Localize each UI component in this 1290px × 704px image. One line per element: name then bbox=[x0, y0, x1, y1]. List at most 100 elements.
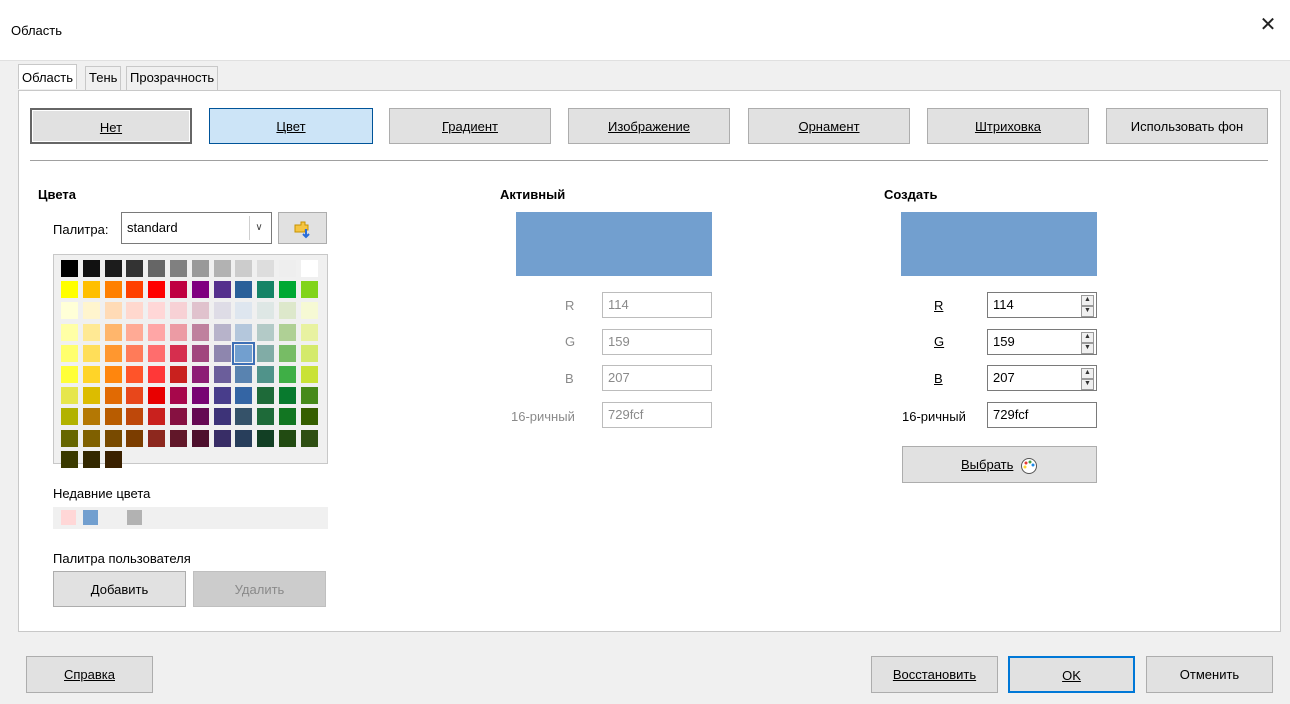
palette-swatch[interactable] bbox=[213, 366, 231, 383]
palette-swatch[interactable] bbox=[235, 302, 253, 320]
add-palette-button[interactable] bbox=[278, 212, 327, 244]
palette-swatch[interactable] bbox=[191, 323, 209, 341]
palette-swatch[interactable] bbox=[61, 387, 78, 405]
palette-swatch[interactable] bbox=[300, 302, 318, 320]
palette-swatch[interactable] bbox=[104, 302, 122, 320]
palette-swatch[interactable] bbox=[213, 281, 231, 299]
recent-color-swatch[interactable] bbox=[127, 510, 142, 525]
palette-swatch[interactable] bbox=[257, 344, 275, 362]
recent-color-swatch[interactable] bbox=[83, 510, 98, 525]
palette-swatch[interactable] bbox=[126, 302, 144, 320]
palette-swatch[interactable] bbox=[104, 429, 122, 447]
palette-swatch[interactable] bbox=[300, 429, 318, 447]
palette-swatch[interactable] bbox=[170, 260, 187, 277]
palette-swatch[interactable] bbox=[148, 429, 166, 447]
palette-swatch[interactable] bbox=[300, 408, 318, 426]
fill-hatch-button[interactable]: Штриховка bbox=[927, 108, 1089, 144]
fill-color-button[interactable]: Цвет bbox=[209, 108, 373, 144]
palette-swatch[interactable] bbox=[300, 323, 318, 341]
palette-swatch[interactable] bbox=[148, 408, 166, 426]
palette-swatch[interactable] bbox=[213, 387, 231, 405]
reset-button[interactable]: Восстановить bbox=[871, 656, 998, 693]
palette-swatch[interactable] bbox=[148, 302, 166, 320]
palette-swatch[interactable] bbox=[148, 344, 166, 362]
tab-transparency[interactable]: Прозрачность bbox=[126, 66, 219, 90]
cancel-button[interactable]: Отменить bbox=[1146, 656, 1273, 693]
palette-swatch[interactable] bbox=[61, 429, 78, 447]
palette-swatch[interactable] bbox=[300, 344, 318, 362]
palette-swatch[interactable] bbox=[148, 366, 166, 383]
palette-swatch[interactable] bbox=[235, 323, 253, 341]
recent-color-swatch[interactable] bbox=[105, 510, 120, 525]
palette-swatch[interactable] bbox=[82, 429, 100, 447]
palette-swatch[interactable] bbox=[104, 408, 122, 426]
palette-swatch[interactable] bbox=[61, 344, 78, 362]
palette-swatch[interactable] bbox=[279, 323, 296, 341]
palette-swatch[interactable] bbox=[279, 302, 296, 320]
palette-swatch[interactable] bbox=[82, 302, 100, 320]
palette-swatch[interactable] bbox=[104, 344, 122, 362]
palette-swatch[interactable] bbox=[61, 281, 78, 299]
palette-swatch[interactable] bbox=[170, 387, 187, 405]
add-color-button[interactable]: Добавить bbox=[53, 571, 186, 607]
palette-swatch[interactable] bbox=[82, 323, 100, 341]
palette-swatch[interactable] bbox=[191, 344, 209, 362]
palette-swatch[interactable] bbox=[213, 344, 231, 362]
palette-swatch[interactable] bbox=[213, 408, 231, 426]
palette-swatch[interactable] bbox=[279, 429, 296, 447]
create-g-spinner[interactable]: 159 ▲ ▼ bbox=[987, 329, 1097, 355]
spin-down-icon[interactable]: ▼ bbox=[1081, 306, 1094, 317]
palette-swatch[interactable] bbox=[213, 302, 231, 320]
pick-color-button[interactable]: Выбрать bbox=[902, 446, 1097, 483]
palette-swatch[interactable] bbox=[191, 408, 209, 426]
palette-swatch[interactable] bbox=[279, 281, 296, 299]
palette-swatch[interactable] bbox=[170, 344, 187, 362]
palette-swatch[interactable] bbox=[257, 260, 275, 277]
palette-swatch[interactable] bbox=[104, 387, 122, 405]
palette-swatch[interactable] bbox=[126, 260, 144, 277]
palette-swatch[interactable] bbox=[235, 366, 253, 383]
palette-swatch[interactable] bbox=[82, 408, 100, 426]
palette-swatch[interactable] bbox=[126, 408, 144, 426]
palette-swatch[interactable] bbox=[104, 450, 122, 468]
fill-none-button[interactable]: Нет bbox=[30, 108, 192, 144]
palette-swatch[interactable] bbox=[279, 387, 296, 405]
fill-background-button[interactable]: Использовать фон bbox=[1106, 108, 1268, 144]
palette-swatch[interactable] bbox=[126, 281, 144, 299]
palette-swatch[interactable] bbox=[300, 281, 318, 299]
palette-swatch[interactable] bbox=[279, 344, 296, 362]
palette-swatch[interactable] bbox=[82, 281, 100, 299]
palette-swatch[interactable] bbox=[170, 429, 187, 447]
palette-swatch[interactable] bbox=[104, 366, 122, 383]
palette-swatch[interactable] bbox=[170, 281, 187, 299]
spin-down-icon[interactable]: ▼ bbox=[1081, 343, 1094, 354]
palette-swatch[interactable] bbox=[82, 450, 100, 468]
palette-select[interactable]: standard ∨ bbox=[121, 212, 272, 244]
palette-swatch[interactable] bbox=[235, 429, 253, 447]
spin-up-icon[interactable]: ▲ bbox=[1081, 368, 1094, 379]
spin-up-icon[interactable]: ▲ bbox=[1081, 332, 1094, 343]
palette-swatch[interactable] bbox=[170, 302, 187, 320]
palette-swatch[interactable] bbox=[61, 323, 78, 341]
palette-swatch[interactable] bbox=[232, 341, 256, 365]
palette-swatch[interactable] bbox=[82, 344, 100, 362]
palette-swatch[interactable] bbox=[257, 366, 275, 383]
spin-down-icon[interactable]: ▼ bbox=[1081, 379, 1094, 390]
palette-swatch[interactable] bbox=[300, 387, 318, 405]
palette-swatch[interactable] bbox=[191, 281, 209, 299]
palette-swatch[interactable] bbox=[213, 429, 231, 447]
palette-swatch[interactable] bbox=[61, 260, 78, 277]
palette-swatch[interactable] bbox=[104, 260, 122, 277]
palette-swatch[interactable] bbox=[170, 408, 187, 426]
palette-swatch[interactable] bbox=[257, 408, 275, 426]
help-button[interactable]: Справка bbox=[26, 656, 153, 693]
palette-swatch[interactable] bbox=[279, 408, 296, 426]
create-r-spinner[interactable]: 114 ▲ ▼ bbox=[987, 292, 1097, 318]
palette-swatch[interactable] bbox=[257, 302, 275, 320]
palette-swatch[interactable] bbox=[191, 260, 209, 277]
palette-swatch[interactable] bbox=[61, 366, 78, 383]
palette-swatch[interactable] bbox=[191, 387, 209, 405]
recent-color-swatch[interactable] bbox=[61, 510, 76, 525]
palette-swatch[interactable] bbox=[170, 366, 187, 383]
palette-swatch[interactable] bbox=[61, 302, 78, 320]
